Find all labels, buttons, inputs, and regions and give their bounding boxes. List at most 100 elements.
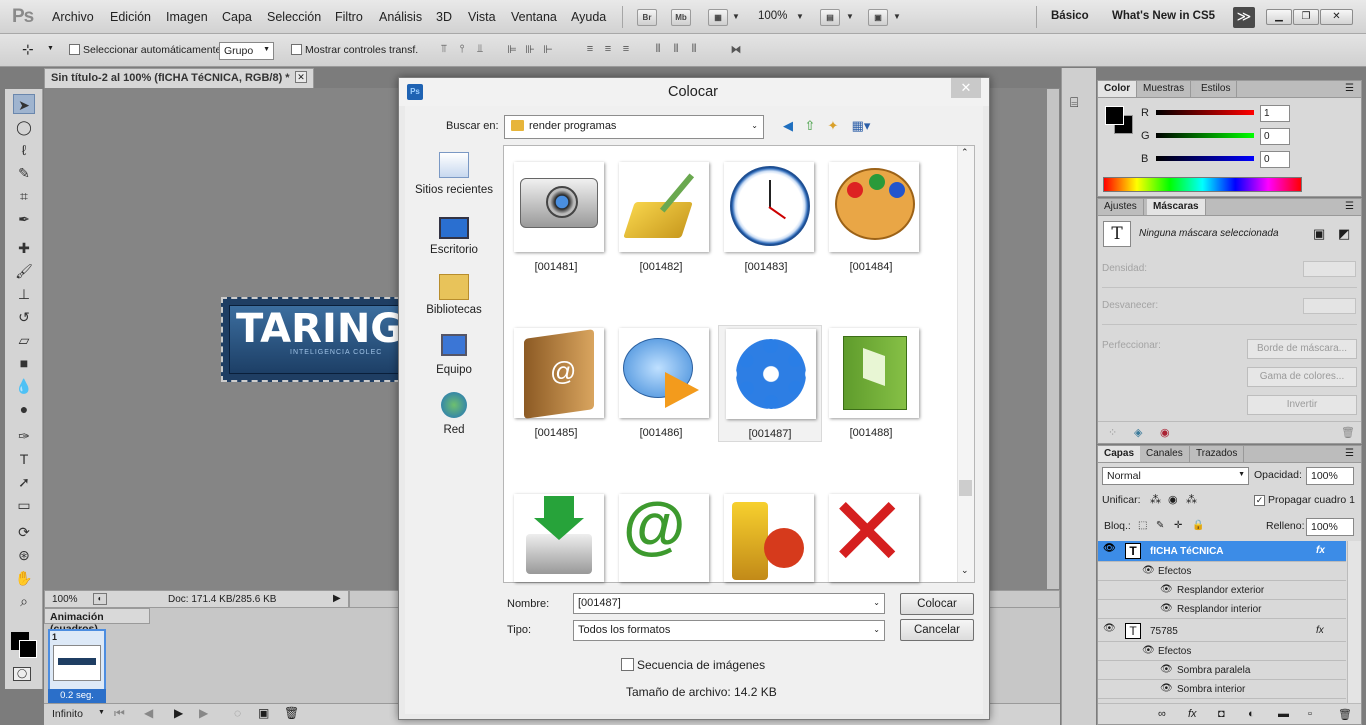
chevron-down-icon[interactable]: ▼: [846, 12, 854, 21]
layer-effect-outer-glow[interactable]: 👁 Resplandor exterior: [1098, 581, 1346, 600]
layer-effects-row[interactable]: 👁 Efectos: [1098, 642, 1346, 661]
layer-effect-inner-shadow[interactable]: 👁 Sombra interior: [1098, 680, 1346, 699]
panel-menu-icon[interactable]: ☰: [1345, 83, 1354, 94]
dialog-close-icon[interactable]: ✕: [951, 78, 981, 98]
file-item[interactable]: [001481]: [506, 162, 606, 273]
layers-vscroll[interactable]: [1347, 541, 1361, 703]
effect-eye-icon[interactable]: 👁: [1160, 683, 1173, 694]
file-item[interactable]: [001484]: [821, 162, 921, 273]
visibility-eye-icon[interactable]: 👁: [1103, 543, 1116, 554]
add-mask-icon[interactable]: ◘: [1218, 708, 1225, 720]
eyedropper-tool-icon[interactable]: ✒: [13, 209, 35, 229]
tab-ajustes[interactable]: Ajustes: [1098, 199, 1144, 215]
align-bottom-icon[interactable]: ⫫: [473, 43, 487, 57]
layer-effect-drop-shadow[interactable]: 👁 Sombra paralela: [1098, 661, 1346, 680]
align-left-icon[interactable]: ⊫: [505, 43, 519, 57]
channel-g-input[interactable]: 0: [1260, 128, 1290, 145]
menu-ayuda[interactable]: Ayuda: [571, 10, 606, 24]
disable-mask-icon[interactable]: ◉: [1160, 426, 1170, 439]
visibility-eye-icon[interactable]: 👁: [1103, 623, 1116, 634]
place-desktop[interactable]: Escritorio: [411, 244, 497, 256]
chevron-down-icon[interactable]: ▼: [796, 12, 804, 21]
cancel-button[interactable]: Cancelar: [900, 619, 974, 641]
file-name-input[interactable]: [001487] ⌄: [573, 593, 885, 614]
delete-x-icon[interactable]: ✕: [829, 494, 919, 582]
view-menu-icon[interactable]: ▦▾: [848, 117, 874, 135]
3d-orbit-tool-icon[interactable]: ⊛: [13, 545, 35, 565]
hand-tool-icon[interactable]: ✋: [13, 568, 35, 588]
new-layer-icon[interactable]: ▫: [1308, 708, 1312, 720]
file-item[interactable]: [001483]: [716, 162, 816, 273]
apply-mask-icon[interactable]: ◈: [1134, 426, 1142, 439]
blur-tool-icon[interactable]: 💧: [13, 376, 35, 396]
type-tool-icon[interactable]: T: [13, 449, 35, 469]
density-slider[interactable]: [1102, 287, 1357, 288]
image-sequence-checkbox[interactable]: [621, 658, 634, 671]
panel-menu-icon[interactable]: ☰: [1345, 448, 1354, 459]
effect-eye-icon[interactable]: 👁: [1160, 584, 1173, 595]
layer-effects-row[interactable]: 👁 Efectos: [1098, 562, 1346, 581]
unify-visibility-icon[interactable]: ◉: [1168, 493, 1178, 506]
layer-row-ficha-tecnica[interactable]: 👁 T fICHA TéCNICA fx: [1098, 541, 1346, 562]
file-list-scroll-thumb[interactable]: [959, 480, 972, 496]
vector-mask-icon[interactable]: ◩: [1338, 226, 1350, 242]
channel-b-input[interactable]: 0: [1260, 151, 1290, 168]
arrange-documents-icon[interactable]: ▤: [820, 9, 840, 26]
extras-icon[interactable]: ▦: [708, 9, 728, 26]
tab-color[interactable]: Color: [1098, 81, 1138, 97]
unify-position-icon[interactable]: ⁂: [1150, 493, 1161, 506]
minimize-button[interactable]: ▁: [1266, 9, 1292, 25]
eraser-tool-icon[interactable]: ▱: [13, 330, 35, 350]
fx-icon[interactable]: fx: [1316, 625, 1324, 636]
menu-vista[interactable]: Vista: [468, 10, 496, 24]
menu-imagen[interactable]: Imagen: [166, 10, 208, 24]
auto-select-dropdown[interactable]: Grupo ▼: [219, 42, 274, 60]
blend-mode-dropdown[interactable]: Normal ▼: [1102, 467, 1249, 485]
file-type-dropdown[interactable]: Todos los formatos ⌄: [573, 620, 885, 641]
menu-edicion[interactable]: Edición: [110, 10, 151, 24]
chevron-down-icon[interactable]: ▼: [98, 709, 105, 716]
up-folder-icon[interactable]: ⇧: [801, 117, 819, 135]
pixel-mask-icon[interactable]: ▣: [1313, 226, 1325, 242]
new-frame-icon[interactable]: ▣: [258, 706, 269, 720]
tab-trazados[interactable]: Trazados: [1190, 446, 1245, 462]
trash-icon[interactable]: 🗑: [1338, 708, 1352, 721]
pen-tool-icon[interactable]: ✑: [13, 426, 35, 446]
back-icon[interactable]: ◀: [779, 117, 797, 135]
file-item[interactable]: [001482]: [611, 162, 711, 273]
healing-brush-tool-icon[interactable]: ✚: [13, 238, 35, 258]
align-top-icon[interactable]: ⫪: [437, 43, 451, 57]
distribute-left-icon[interactable]: ⦀: [651, 43, 665, 57]
menu-filtro[interactable]: Filtro: [335, 10, 363, 24]
email-icon[interactable]: @: [619, 494, 709, 582]
effects-eye-icon[interactable]: 👁: [1142, 565, 1155, 576]
lock-pixels-icon[interactable]: ✎: [1156, 520, 1164, 531]
history-brush-tool-icon[interactable]: ↺: [13, 307, 35, 327]
menu-3d[interactable]: 3D: [436, 10, 452, 24]
zoom-tool-icon[interactable]: ⌕: [13, 591, 35, 611]
more-workspaces-button[interactable]: ≫: [1233, 7, 1255, 28]
feather-input[interactable]: [1303, 298, 1356, 314]
add-style-icon[interactable]: fx: [1188, 708, 1197, 720]
load-selection-icon[interactable]: ⁘: [1108, 426, 1117, 439]
effect-eye-icon[interactable]: 👁: [1160, 603, 1173, 614]
channel-g-slider[interactable]: [1156, 133, 1254, 138]
status-zoom[interactable]: 100%: [52, 594, 78, 605]
distribute-top-icon[interactable]: ≡: [583, 43, 597, 57]
place-network[interactable]: Red: [411, 424, 497, 436]
brush-tool-icon[interactable]: 🖌: [13, 261, 35, 281]
place-button[interactable]: Colocar: [900, 593, 974, 615]
screen-mode-icon[interactable]: ▣: [868, 9, 888, 26]
layer-row-75785[interactable]: 👁 T 75785 fx: [1098, 621, 1346, 642]
tab-mascaras[interactable]: Máscaras: [1147, 199, 1206, 215]
status-icon[interactable]: ◐: [93, 593, 107, 605]
close-button[interactable]: ✕: [1320, 9, 1353, 25]
new-group-icon[interactable]: ▬: [1278, 708, 1289, 720]
density-input[interactable]: [1303, 261, 1356, 277]
auto-select-checkbox[interactable]: [69, 44, 80, 55]
fill-input[interactable]: 100%: [1306, 518, 1354, 536]
mask-edge-button[interactable]: Borde de máscara...: [1247, 339, 1357, 359]
effects-eye-icon[interactable]: 👁: [1142, 645, 1155, 656]
fx-icon[interactable]: fx: [1316, 545, 1325, 556]
crop-tool-icon[interactable]: ⌗: [13, 186, 35, 206]
